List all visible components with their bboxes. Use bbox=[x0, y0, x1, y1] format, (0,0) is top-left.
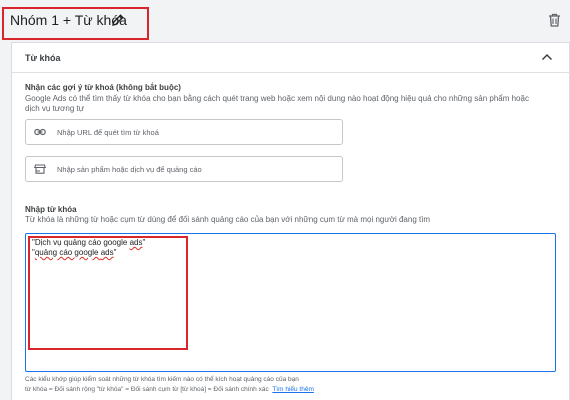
keywords-textarea[interactable]: "Dịch vụ quảng cáo google ads" "quảng cá… bbox=[25, 233, 556, 372]
ad-group-title[interactable]: Nhóm 1 + Từ khóa bbox=[10, 12, 127, 28]
keywords-card: Từ khóa Nhận các gợi ý từ khoá (không bắ… bbox=[11, 42, 570, 400]
card-title: Từ khóa bbox=[25, 53, 61, 63]
url-input-placeholder: Nhập URL để quét tìm từ khoá bbox=[57, 128, 159, 137]
highlight-box-keywords bbox=[28, 236, 188, 350]
trash-icon[interactable] bbox=[548, 13, 561, 27]
url-input[interactable]: Nhập URL để quét tìm từ khoá bbox=[25, 119, 343, 145]
suggestions-title: Nhận các gợi ý từ khoá (không bắt buộc) bbox=[25, 83, 181, 92]
keywords-description: Từ khóa là những từ hoặc cụm từ dùng để … bbox=[25, 215, 431, 224]
keywords-title: Nhập từ khóa bbox=[25, 205, 77, 214]
chevron-up-icon[interactable] bbox=[541, 52, 553, 62]
product-input-placeholder: Nhập sản phẩm hoặc dịch vụ để quảng cáo bbox=[57, 165, 202, 174]
learn-more-link[interactable]: Tìm hiểu thêm bbox=[272, 386, 314, 393]
match-types-hint: Các kiểu khớp giúp kiểm soát những từ kh… bbox=[25, 376, 299, 383]
ad-group-header: Nhóm 1 + Từ khóa bbox=[0, 0, 570, 42]
match-types-legend: từ khóa = Đối sánh rộng "từ khóa" = Đối … bbox=[25, 386, 314, 393]
match-types-text: từ khóa = Đối sánh rộng "từ khóa" = Đối … bbox=[25, 386, 269, 393]
product-input[interactable]: Nhập sản phẩm hoặc dịch vụ để quảng cáo bbox=[25, 156, 343, 182]
link-icon bbox=[34, 128, 46, 136]
suggestions-description: Google Ads có thể tìm thấy từ khóa cho b… bbox=[25, 94, 529, 113]
card-header[interactable]: Từ khóa bbox=[12, 43, 570, 73]
store-icon bbox=[34, 164, 46, 174]
pencil-icon[interactable] bbox=[111, 13, 125, 27]
